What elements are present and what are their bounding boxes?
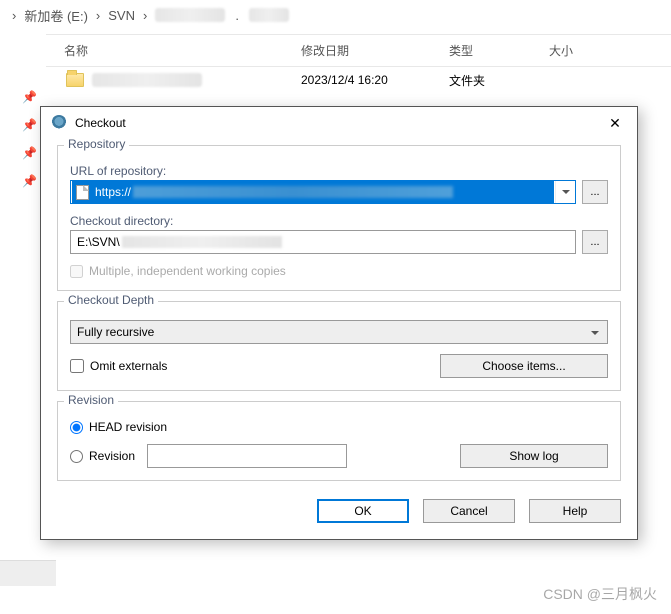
file-listing: 名称 修改日期 类型 大小 2023/12/4 16:20 文件夹: [46, 34, 671, 93]
depth-value: Fully recursive: [77, 325, 154, 339]
omit-externals-input[interactable]: [70, 359, 84, 373]
multiple-copies-input: [70, 265, 83, 278]
file-icon: [76, 185, 89, 200]
quick-access-pins: 📌 📌 📌 📌: [22, 90, 37, 188]
url-obscured: [133, 186, 453, 198]
multiple-copies-label: Multiple, independent working copies: [89, 264, 286, 278]
breadcrumb-arrow: ›: [143, 8, 147, 23]
dir-value: E:\SVN\: [77, 235, 120, 249]
depth-legend: Checkout Depth: [64, 293, 158, 307]
choose-items-button[interactable]: Choose items...: [440, 354, 608, 378]
breadcrumb-seg-svn[interactable]: SVN: [108, 8, 135, 23]
omit-externals-label: Omit externals: [90, 359, 167, 373]
col-header-date[interactable]: 修改日期: [301, 42, 449, 59]
show-log-button[interactable]: Show log: [460, 444, 608, 468]
chevron-down-icon[interactable]: [555, 181, 575, 203]
status-bar-fragment: [0, 560, 56, 586]
watermark: CSDN @三月枫火: [543, 584, 657, 604]
dialog-titlebar: Checkout ✕: [41, 107, 637, 139]
folder-date: 2023/12/4 16:20: [301, 73, 449, 87]
folder-row[interactable]: 2023/12/4 16:20 文件夹: [46, 67, 671, 93]
revision-legend: Revision: [64, 393, 118, 407]
col-header-type[interactable]: 类型: [449, 42, 549, 59]
repository-group: Repository URL of repository: https:// .…: [57, 145, 621, 291]
breadcrumb-seg-obscured: [249, 8, 289, 22]
revision-number-input[interactable]: [147, 444, 347, 468]
multiple-copies-checkbox[interactable]: Multiple, independent working copies: [70, 264, 608, 278]
col-header-name[interactable]: 名称: [46, 42, 301, 59]
checkout-dialog: Checkout ✕ Repository URL of repository:…: [40, 106, 638, 540]
ok-button[interactable]: OK: [317, 499, 409, 523]
pin-icon: 📌: [22, 90, 37, 104]
tortoise-icon: [51, 115, 67, 131]
cancel-button[interactable]: Cancel: [423, 499, 515, 523]
folder-name-obscured: [92, 73, 202, 87]
help-button[interactable]: Help: [529, 499, 621, 523]
browse-dir-button[interactable]: ...: [582, 230, 608, 254]
dir-obscured: [122, 236, 282, 248]
omit-externals-checkbox[interactable]: Omit externals: [70, 359, 167, 373]
checkout-depth-group: Checkout Depth Fully recursive Omit exte…: [57, 301, 621, 391]
repository-legend: Repository: [64, 137, 129, 151]
dialog-buttons: OK Cancel Help: [57, 491, 621, 523]
folder-icon: [66, 73, 84, 87]
revision-input[interactable]: [70, 450, 83, 463]
breadcrumb-seg-obscured: [155, 8, 225, 22]
breadcrumb-arrow: ›: [12, 8, 16, 23]
pin-icon: 📌: [22, 174, 37, 188]
checkout-directory-input[interactable]: E:\SVN\: [70, 230, 576, 254]
close-icon[interactable]: ✕: [603, 111, 627, 135]
pin-icon: 📌: [22, 146, 37, 160]
url-combobox[interactable]: https://: [70, 180, 576, 204]
head-revision-radio[interactable]: HEAD revision: [70, 420, 608, 434]
folder-type: 文件夹: [449, 72, 549, 89]
breadcrumb-arrow: ›: [96, 8, 100, 23]
depth-select[interactable]: Fully recursive: [70, 320, 608, 344]
col-header-size[interactable]: 大小: [549, 42, 629, 59]
dialog-title: Checkout: [75, 116, 126, 130]
file-header: 名称 修改日期 类型 大小: [46, 35, 671, 67]
revision-radio[interactable]: Revision: [70, 449, 135, 463]
breadcrumb-seg-drive[interactable]: 新加卷 (E:): [24, 6, 88, 25]
pin-icon: 📌: [22, 118, 37, 132]
revision-label: Revision: [89, 449, 135, 463]
head-revision-input[interactable]: [70, 421, 83, 434]
revision-group: Revision HEAD revision Revision Show log: [57, 401, 621, 481]
url-prefix: https://: [95, 185, 131, 199]
dir-label: Checkout directory:: [70, 214, 608, 228]
head-revision-label: HEAD revision: [89, 420, 167, 434]
browse-url-button[interactable]: ...: [582, 180, 608, 204]
breadcrumb: › 新加卷 (E:) › SVN › .: [0, 0, 671, 30]
url-label: URL of repository:: [70, 164, 608, 178]
